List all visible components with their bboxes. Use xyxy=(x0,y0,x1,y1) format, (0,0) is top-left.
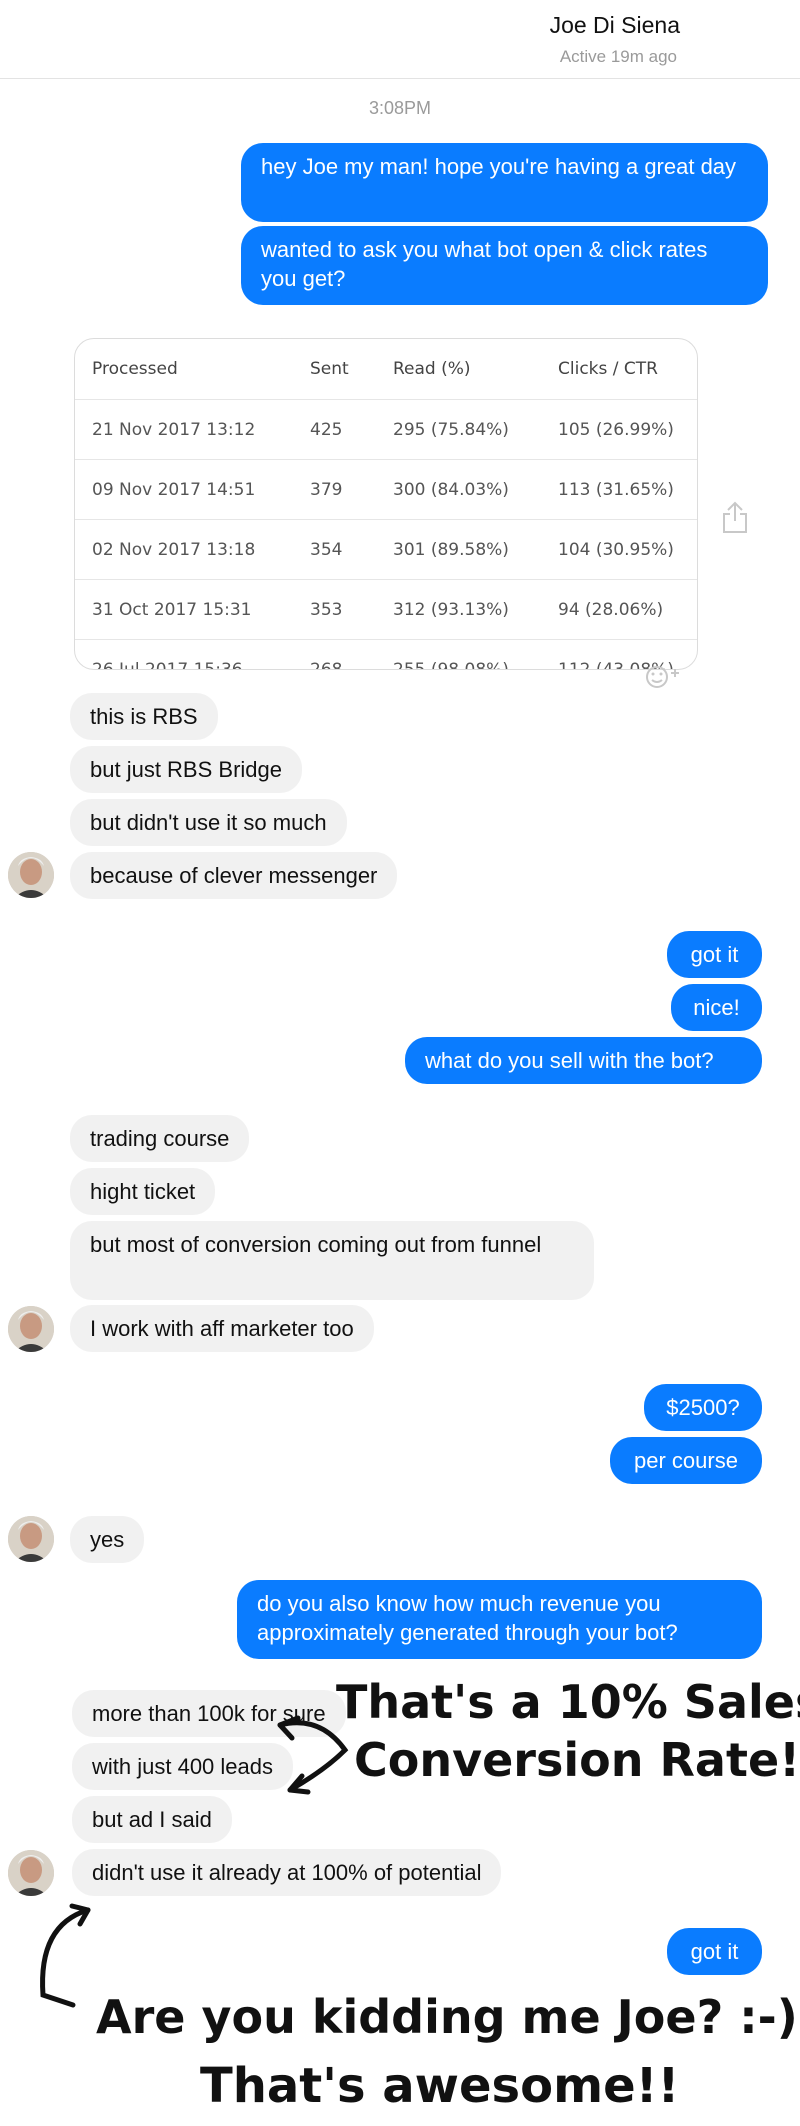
annotation-text: That's a 10% Sales xyxy=(336,1675,800,1729)
message-incoming[interactable]: with just 400 leads xyxy=(72,1743,293,1790)
message-outgoing[interactable]: do you also know how much revenue you ap… xyxy=(237,1580,762,1659)
message-outgoing[interactable]: got it xyxy=(667,1928,762,1975)
timestamp: 3:08PM xyxy=(368,98,432,118)
message-incoming[interactable]: yes xyxy=(70,1516,145,1563)
header-divider xyxy=(0,78,800,79)
table-cell: 301 (89.58%) xyxy=(393,519,558,580)
message-incoming[interactable]: hight ticket xyxy=(70,1168,216,1215)
message-incoming[interactable]: but ad I said xyxy=(72,1796,232,1843)
table-cell: 295 (75.84%) xyxy=(393,399,558,460)
table-cell: 268 xyxy=(310,659,343,670)
stats-table-card: Processed Sent Read (%) Clicks / CTR 21 … xyxy=(74,338,698,670)
share-icon[interactable] xyxy=(720,500,750,534)
active-status: Active 19m ago xyxy=(559,47,677,66)
table-cell: 104 (30.95%) xyxy=(558,519,697,580)
column-header: Processed xyxy=(75,339,310,400)
table-row: 02 Nov 2017 13:18 354 301 (89.58%) 104 (… xyxy=(75,519,697,580)
table-cell: 94 (28.06%) xyxy=(558,579,697,640)
column-header: Read (%) xyxy=(393,339,558,400)
table-cell: 312 (93.13%) xyxy=(393,579,558,640)
table-row: 21 Nov 2017 13:12 425 295 (75.84%) 105 (… xyxy=(75,399,697,460)
table-row: 31 Oct 2017 15:31 353 312 (93.13%) 94 (2… xyxy=(75,579,697,640)
message-outgoing[interactable]: per course xyxy=(610,1437,762,1484)
annotation-text: That's awesome!! xyxy=(200,2058,680,2114)
annotation-text: Are you kidding me Joe? :-) xyxy=(96,1990,798,2044)
message-incoming[interactable]: I work with aff marketer too xyxy=(70,1305,374,1352)
table-cell: 300 (84.03%) xyxy=(393,459,558,520)
stats-table: Processed Sent Read (%) Clicks / CTR 21 … xyxy=(75,339,697,670)
table-row: 09 Nov 2017 14:51 379 300 (84.03%) 113 (… xyxy=(75,459,697,520)
message-incoming[interactable]: trading course xyxy=(70,1115,250,1162)
table-cell: 21 Nov 2017 13:12 xyxy=(75,399,310,460)
double-arrow-annotation xyxy=(277,1715,349,1795)
message-incoming[interactable]: but most of conversion coming out from f… xyxy=(70,1221,594,1300)
message-incoming[interactable]: but just RBS Bridge xyxy=(70,746,302,793)
message-outgoing[interactable]: nice! xyxy=(671,984,762,1031)
avatar-photo xyxy=(8,1306,54,1352)
avatar[interactable] xyxy=(8,1850,54,1896)
annotation-text: Conversion Rate! xyxy=(354,1733,800,1787)
message-incoming[interactable]: didn't use it already at 100% of potenti… xyxy=(72,1849,502,1896)
message-incoming[interactable]: because of clever messenger xyxy=(70,852,398,899)
table-row: 26 Jul 2017 15:36 268 255 (98.08%) 112 (… xyxy=(75,640,697,670)
table-cell: 255 (98.08%) xyxy=(393,659,509,670)
message-outgoing[interactable]: hey Joe my man! hope you're having a gre… xyxy=(241,143,768,222)
avatar[interactable] xyxy=(8,1516,54,1562)
table-cell: 02 Nov 2017 13:18 xyxy=(75,519,310,580)
avatar[interactable] xyxy=(8,1306,54,1352)
message-outgoing[interactable]: got it xyxy=(667,931,762,978)
message-outgoing[interactable]: $2500? xyxy=(644,1384,762,1431)
table-cell: 353 xyxy=(310,579,393,640)
avatar-photo xyxy=(8,1850,54,1896)
avatar-photo xyxy=(8,1516,54,1562)
add-reaction-icon[interactable] xyxy=(643,663,683,691)
avatar[interactable] xyxy=(8,852,54,898)
table-cell: 354 xyxy=(310,519,393,580)
message-incoming[interactable]: this is RBS xyxy=(70,693,218,740)
curved-arrow-annotation xyxy=(40,1903,91,2008)
message-outgoing[interactable]: what do you sell with the bot? xyxy=(405,1037,762,1084)
table-cell: 113 (31.65%) xyxy=(558,459,697,520)
avatar-photo xyxy=(8,852,54,898)
table-cell: 105 (26.99%) xyxy=(558,399,697,460)
contact-name[interactable]: Joe Di Siena xyxy=(550,12,680,39)
table-cell: 379 xyxy=(310,459,393,520)
table-cell: 425 xyxy=(310,399,393,460)
table-cell: 09 Nov 2017 14:51 xyxy=(75,459,310,520)
column-header: Sent xyxy=(310,339,393,400)
message-incoming[interactable]: but didn't use it so much xyxy=(70,799,347,846)
table-cell: 31 Oct 2017 15:31 xyxy=(75,579,310,640)
table-cell: 26 Jul 2017 15:36 xyxy=(92,659,243,670)
message-outgoing[interactable]: wanted to ask you what bot open & click … xyxy=(241,226,768,305)
column-header: Clicks / CTR xyxy=(558,339,697,400)
